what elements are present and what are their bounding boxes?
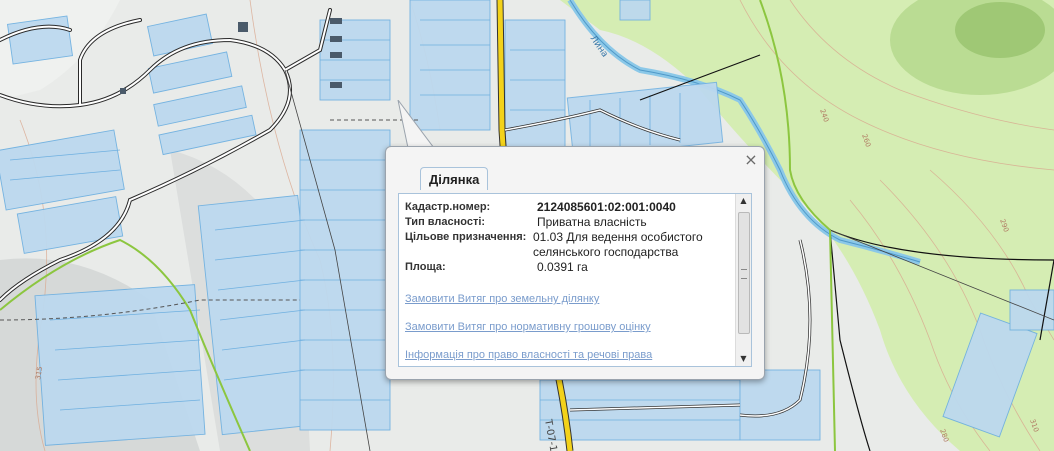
field-purpose: Цільове призначення: 01.03 Для ведення о… [405,230,733,260]
parcel-info-body: Кадастр.номер: 2124085601:02:001:0040 Ти… [405,200,733,366]
field-value: 2124085601:02:001:0040 [537,200,676,214]
links-list: Замовити Витяг про земельну ділянку Замо… [405,293,733,361]
field-label: Тип власності: [405,216,486,228]
scroll-up-arrow-icon[interactable]: ▲ [736,194,751,208]
field-label: Цільове призначення: [405,231,527,243]
field-ownership-type: Тип власності: Приватна власність [405,215,733,230]
order-valuation-extract-link[interactable]: Замовити Витяг про нормативну грошову оц… [405,321,733,333]
field-cadastral-number: Кадастр.номер: 2124085601:02:001:0040 [405,200,733,215]
ownership-rights-info-link[interactable]: Інформація про право власності та речові… [405,349,733,361]
scrollbar[interactable]: ▲ ▼ [735,194,751,366]
field-value: 0.0391 га [537,260,588,274]
field-label: Площа: [405,261,446,273]
parcel-info-popup: × Ділянка Кадастр.номер: 2124085601:02:0… [385,146,765,380]
order-land-extract-link[interactable]: Замовити Витяг про земельну ділянку [405,293,733,305]
tab-parcel[interactable]: Ділянка [420,167,489,190]
scroll-thumb[interactable] [738,212,750,334]
field-label: Кадастр.номер: [405,201,491,213]
field-value: Приватна власність [537,215,647,229]
tab-parcel-label: Ділянка [429,172,480,187]
parcel-info-panel: Кадастр.номер: 2124085601:02:001:0040 Ти… [398,193,752,367]
grip-icon [741,269,747,279]
popup-pointer [397,100,435,148]
close-icon: × [744,150,758,169]
field-area: Площа: 0.0391 га [405,260,733,275]
scroll-down-arrow-icon[interactable]: ▼ [736,352,751,366]
field-value: 01.03 Для ведення особистого селянського… [533,230,703,259]
close-button[interactable]: × [744,150,758,169]
